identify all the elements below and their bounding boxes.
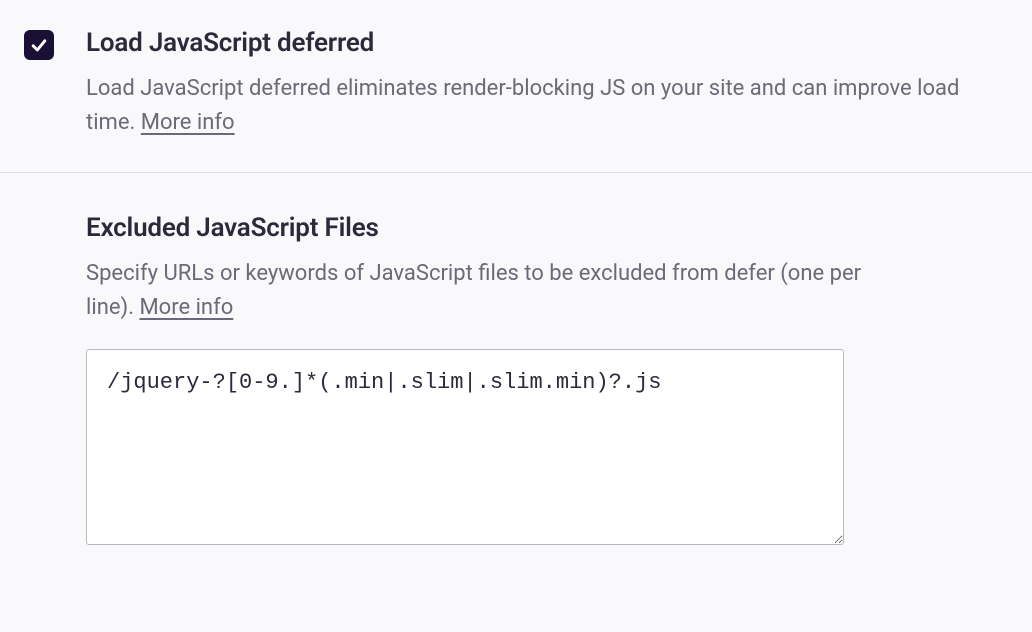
exclude-more-info-link[interactable]: More info bbox=[139, 295, 233, 320]
exclude-js-textarea[interactable] bbox=[86, 349, 844, 545]
checkbox-wrapper bbox=[24, 30, 54, 60]
exclude-title: Excluded JavaScript Files bbox=[86, 213, 1008, 243]
defer-description: Load JavaScript deferred eliminates rend… bbox=[86, 72, 968, 140]
load-js-deferred-checkbox[interactable] bbox=[24, 30, 54, 60]
defer-content: Load JavaScript deferred Load JavaScript… bbox=[86, 28, 1008, 140]
defer-more-info-link[interactable]: More info bbox=[141, 110, 235, 135]
exclude-section: Excluded JavaScript Files Specify URLs o… bbox=[0, 173, 1032, 579]
exclude-description: Specify URLs or keywords of JavaScript f… bbox=[86, 257, 866, 325]
check-icon bbox=[29, 35, 49, 55]
defer-section: Load JavaScript deferred Load JavaScript… bbox=[0, 0, 1032, 173]
defer-title: Load JavaScript deferred bbox=[86, 28, 968, 58]
settings-panel: Load JavaScript deferred Load JavaScript… bbox=[0, 0, 1032, 579]
